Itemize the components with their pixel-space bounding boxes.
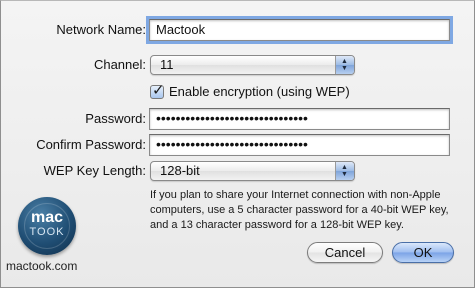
wep-key-length-popup[interactable]: 128-bit ▲ ▼ bbox=[150, 161, 355, 181]
password-field[interactable]: ••••••••••••••••••••••••••••••• bbox=[149, 108, 450, 130]
wep-key-length-value: 128-bit bbox=[160, 163, 200, 178]
wep-key-length-row: WEP Key Length: 128-bit ▲ ▼ bbox=[1, 159, 475, 183]
logo-text-top: mac bbox=[30, 209, 64, 226]
password-value: ••••••••••••••••••••••••••••••• bbox=[156, 110, 308, 126]
channel-row: Channel: 11 ▲ ▼ bbox=[1, 53, 475, 77]
network-dialog: Network Name: Mactook Channel: 11 ▲ ▼ ✓ … bbox=[0, 0, 475, 288]
confirm-password-value: ••••••••••••••••••••••••••••••• bbox=[156, 136, 308, 152]
help-line-2: computers, use a 5 character password fo… bbox=[150, 204, 449, 216]
encryption-checkbox[interactable]: ✓ bbox=[150, 82, 165, 99]
network-name-row: Network Name: Mactook bbox=[1, 16, 475, 44]
help-text: If you plan to share your Internet conne… bbox=[150, 188, 455, 233]
brand-caption: mactook.com bbox=[6, 259, 78, 273]
confirm-password-row: Confirm Password: ••••••••••••••••••••••… bbox=[1, 133, 475, 157]
network-name-field[interactable]: Mactook bbox=[146, 16, 453, 44]
help-line-3: and a 13 character password for a 128-bi… bbox=[150, 219, 404, 231]
up-down-arrows-icon: ▲ ▼ bbox=[335, 56, 354, 74]
confirm-password-field[interactable]: ••••••••••••••••••••••••••••••• bbox=[149, 134, 450, 156]
cancel-button[interactable]: Cancel bbox=[307, 242, 383, 263]
confirm-password-label: Confirm Password: bbox=[36, 137, 146, 152]
network-name-label: Network Name: bbox=[56, 22, 146, 37]
network-name-value: Mactook bbox=[156, 22, 206, 37]
mactook-logo: mac TOOK bbox=[18, 197, 76, 255]
channel-popup[interactable]: 11 ▲ ▼ bbox=[150, 55, 355, 75]
encryption-label: Enable encryption (using WEP) bbox=[169, 84, 350, 99]
ok-button[interactable]: OK bbox=[392, 242, 454, 263]
channel-label: Channel: bbox=[93, 57, 146, 72]
wep-key-length-label: WEP Key Length: bbox=[43, 163, 146, 178]
help-line-1: If you plan to share your Internet conne… bbox=[150, 189, 441, 201]
channel-value: 11 bbox=[160, 57, 174, 72]
checkmark-icon: ✓ bbox=[152, 82, 165, 99]
logo-text-bottom: TOOK bbox=[29, 226, 65, 238]
up-down-arrows-icon: ▲ ▼ bbox=[335, 162, 354, 180]
password-row: Password: ••••••••••••••••••••••••••••••… bbox=[1, 107, 475, 131]
password-label: Password: bbox=[85, 111, 146, 126]
